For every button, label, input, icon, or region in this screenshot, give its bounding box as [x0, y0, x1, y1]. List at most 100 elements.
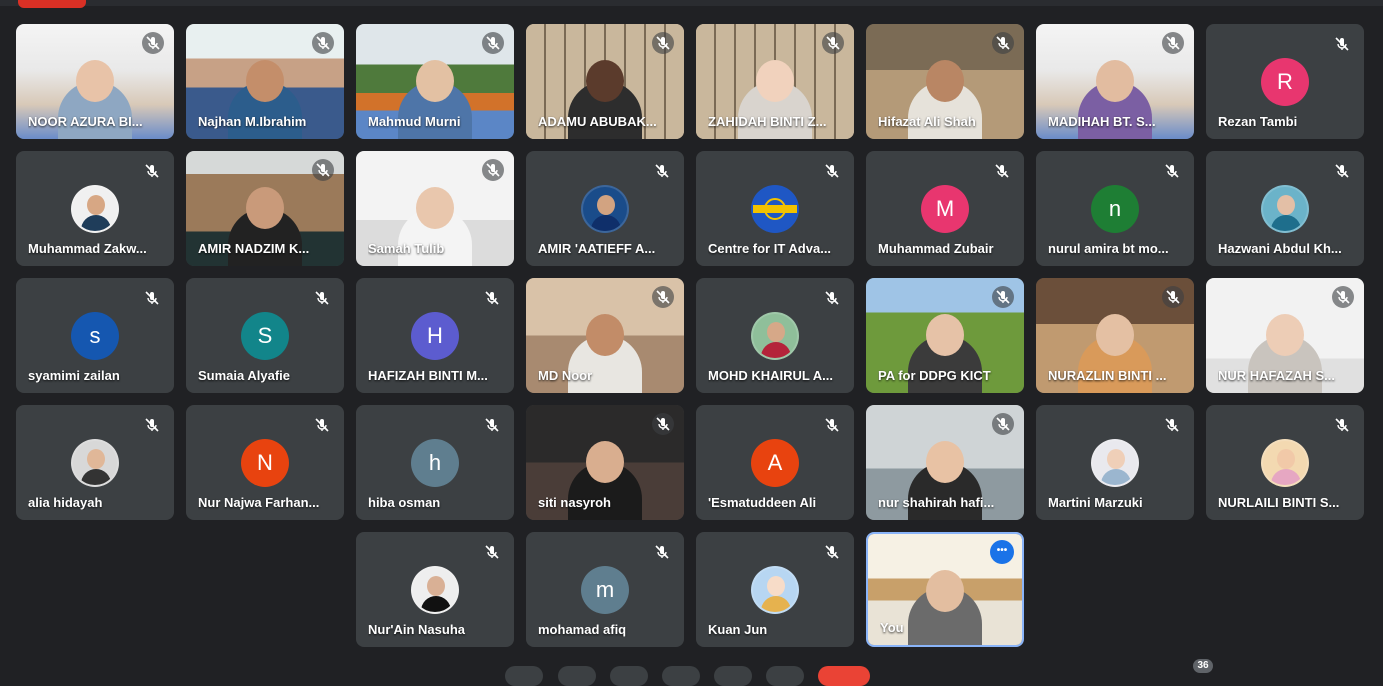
mic-off-icon: [992, 413, 1014, 435]
participant-tile[interactable]: Hazwani Abdul Kh...: [1206, 151, 1364, 266]
avatar-photo: [581, 185, 629, 233]
more-options-button[interactable]: •••: [990, 540, 1014, 564]
participant-face: [1096, 60, 1134, 102]
participant-name: Hifazat Ali Shah: [878, 114, 976, 129]
participant-tile[interactable]: m mohamad afiq: [526, 532, 684, 647]
participant-name: nurul amira bt mo...: [1048, 241, 1169, 256]
participant-tile[interactable]: nur shahirah hafi...: [866, 405, 1024, 520]
participant-tile[interactable]: NURAZLIN BINTI ...: [1036, 278, 1194, 393]
mic-off-icon: [484, 544, 500, 560]
participant-tile[interactable]: N Nur Najwa Farhan...: [186, 405, 344, 520]
participant-name: 'Esmatuddeen Ali: [708, 495, 817, 510]
control-button[interactable]: [662, 666, 700, 686]
participant-tile[interactable]: R Rezan Tambi: [1206, 24, 1364, 139]
participant-tile[interactable]: MOHD KHAIRUL A...: [696, 278, 854, 393]
mic-off-icon: [824, 163, 840, 179]
participant-tile[interactable]: PA for DDPG KICT: [866, 278, 1024, 393]
mic-off-icon: [314, 290, 330, 306]
mic-off-icon: [482, 159, 504, 181]
control-button[interactable]: [558, 666, 596, 686]
mic-off-icon: [824, 544, 840, 560]
avatar-photo: [71, 185, 119, 233]
mic-off-icon: [994, 163, 1010, 179]
participant-tile[interactable]: Kuan Jun: [696, 532, 854, 647]
avatar-letter: H: [411, 312, 459, 360]
avatar-letter: n: [1091, 185, 1139, 233]
participant-tile[interactable]: A 'Esmatuddeen Ali: [696, 405, 854, 520]
mic-off-icon: [1334, 417, 1350, 433]
participant-tile[interactable]: ADAMU ABUBAK...: [526, 24, 684, 139]
participant-name: mohamad afiq: [538, 622, 627, 637]
participant-name: NURAZLIN BINTI ...: [1048, 368, 1167, 383]
participant-tile[interactable]: Mahmud Murni: [356, 24, 514, 139]
mic-off-icon: [652, 413, 674, 435]
mic-off-icon: [992, 286, 1014, 308]
participant-name: Samah Tulib: [368, 241, 445, 256]
participant-name: HAFIZAH BINTI M...: [368, 368, 488, 383]
participant-count-badge[interactable]: 36: [1193, 659, 1213, 673]
control-button[interactable]: [714, 666, 752, 686]
avatar-photo: [1261, 439, 1309, 487]
avatar-letter: N: [241, 439, 289, 487]
participant-face: [416, 187, 454, 229]
avatar-letter: A: [751, 439, 799, 487]
mic-off-icon: [992, 32, 1014, 54]
control-button[interactable]: [766, 666, 804, 686]
participant-tile[interactable]: MADIHAH BT. S...: [1036, 24, 1194, 139]
participant-face: [586, 60, 624, 102]
control-button[interactable]: [610, 666, 648, 686]
participant-tile[interactable]: Centre for IT Adva...: [696, 151, 854, 266]
participant-tile[interactable]: H HAFIZAH BINTI M...: [356, 278, 514, 393]
participant-name: Nur Najwa Farhan...: [198, 495, 320, 510]
avatar-photo: [411, 566, 459, 614]
top-bar: [0, 0, 1383, 6]
avatar-photo: [1091, 439, 1139, 487]
avatar-photo: [751, 312, 799, 360]
mic-off-icon: [144, 290, 160, 306]
self-tile[interactable]: ••• You: [866, 532, 1024, 647]
participant-name: You: [880, 620, 904, 635]
participant-tile[interactable]: AMIR NADZIM K...: [186, 151, 344, 266]
participant-face: [756, 60, 794, 102]
participant-face: [586, 314, 624, 356]
participant-tile[interactable]: AMIR 'AATIEFF A...: [526, 151, 684, 266]
participant-tile[interactable]: Hifazat Ali Shah: [866, 24, 1024, 139]
leave-call-button[interactable]: [818, 666, 870, 686]
mic-off-icon: [1334, 163, 1350, 179]
mic-off-icon: [1164, 163, 1180, 179]
participant-tile[interactable]: alia hidayah: [16, 405, 174, 520]
participant-face: [586, 441, 624, 483]
participant-tile[interactable]: MD Noor: [526, 278, 684, 393]
participant-face: [926, 441, 964, 483]
participant-tile[interactable]: NURLAILI BINTI S...: [1206, 405, 1364, 520]
participant-tile[interactable]: NUR HAFAZAH S...: [1206, 278, 1364, 393]
participant-tile[interactable]: n nurul amira bt mo...: [1036, 151, 1194, 266]
participant-tile[interactable]: S Sumaia Alyafie: [186, 278, 344, 393]
participant-tile[interactable]: siti nasyroh: [526, 405, 684, 520]
participant-name: Sumaia Alyafie: [198, 368, 291, 383]
participant-name: Nur'Ain Nasuha: [368, 622, 465, 637]
mic-off-icon: [1164, 417, 1180, 433]
participant-name: Mahmud Murni: [368, 114, 461, 129]
participant-tile[interactable]: Najhan M.Ibrahim: [186, 24, 344, 139]
mic-off-icon: [822, 32, 844, 54]
participant-name: Kuan Jun: [708, 622, 768, 637]
participant-tile[interactable]: h hiba osman: [356, 405, 514, 520]
avatar-letter: M: [921, 185, 969, 233]
participant-tile[interactable]: Muhammad Zakw...: [16, 151, 174, 266]
participant-name: hiba osman: [368, 495, 441, 510]
participant-tile[interactable]: Nur'Ain Nasuha: [356, 532, 514, 647]
participant-tile[interactable]: NOOR AZURA BI...: [16, 24, 174, 139]
participant-tile[interactable]: s syamimi zailan: [16, 278, 174, 393]
participant-name: Najhan M.Ibrahim: [198, 114, 307, 129]
mic-off-icon: [314, 417, 330, 433]
mic-off-icon: [482, 32, 504, 54]
participant-tile[interactable]: M Muhammad Zubair: [866, 151, 1024, 266]
participant-tile[interactable]: Martini Marzuki: [1036, 405, 1194, 520]
participant-tile[interactable]: Samah Tulib: [356, 151, 514, 266]
participant-name: nur shahirah hafi...: [878, 495, 995, 510]
control-button[interactable]: [505, 666, 543, 686]
participant-tile[interactable]: ZAHIDAH BINTI Z...: [696, 24, 854, 139]
participant-name: syamimi zailan: [28, 368, 120, 383]
avatar-photo: [71, 439, 119, 487]
